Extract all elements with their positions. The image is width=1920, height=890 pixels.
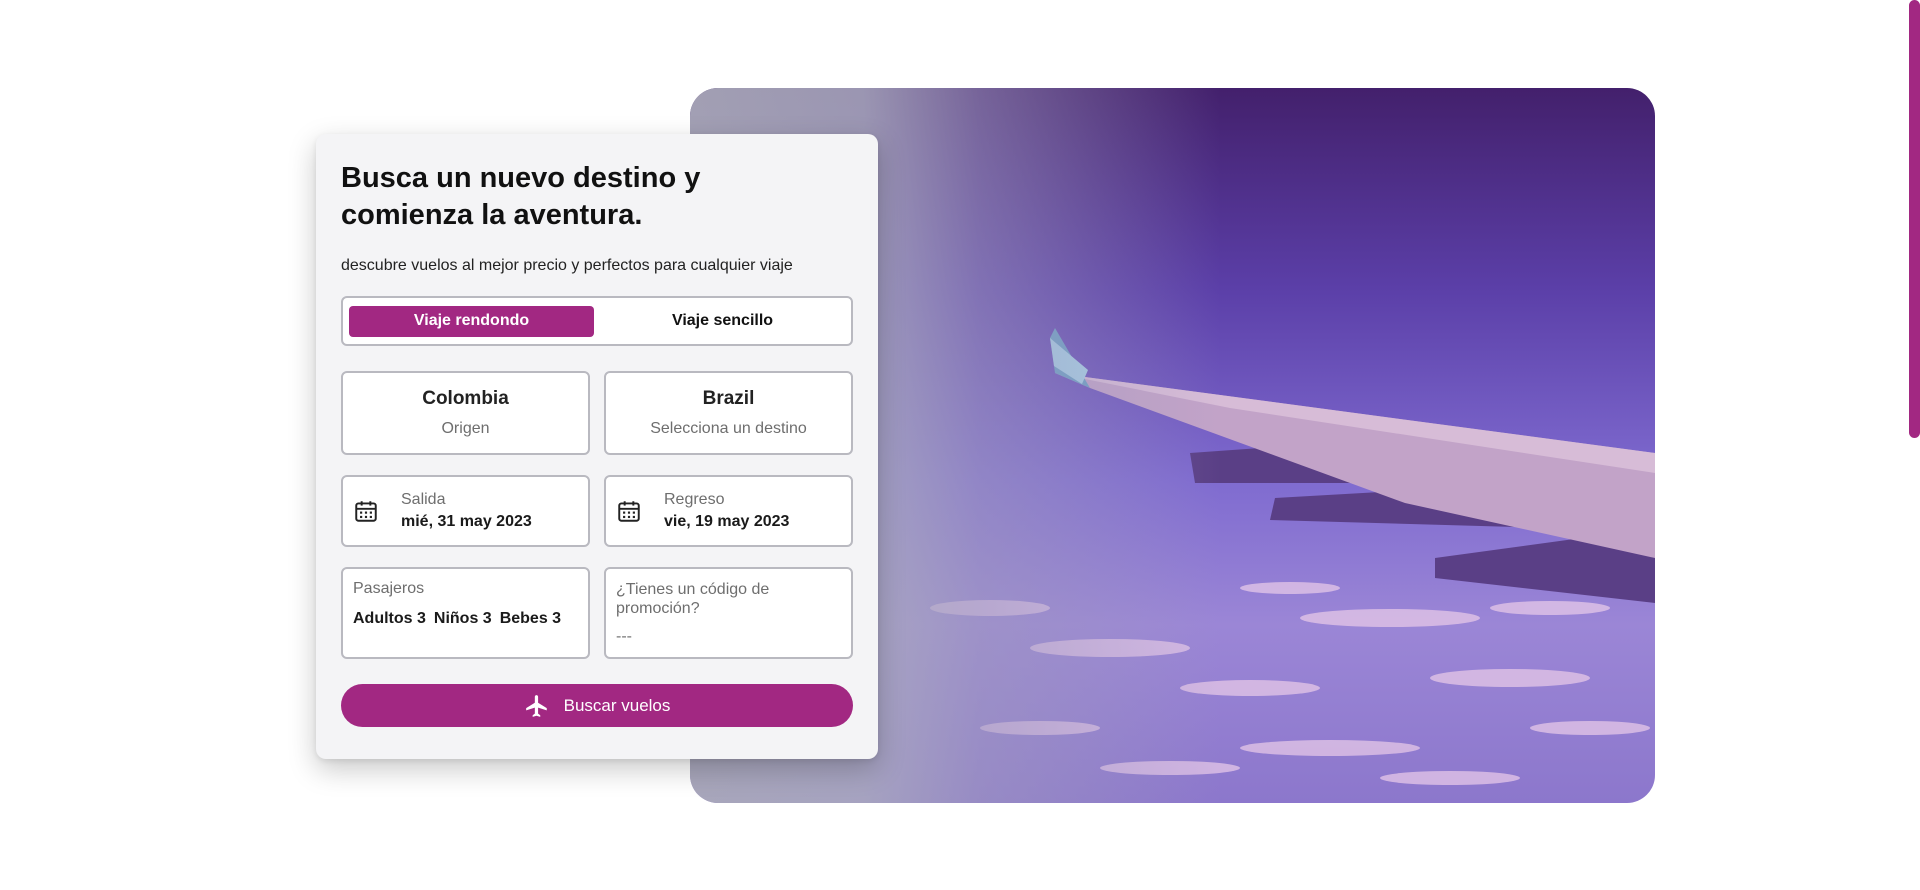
page-subtitle: descubre vuelos al mejor precio y perfec… xyxy=(341,257,793,274)
trip-type-toggle: Viaje rendondo Viaje sencillo xyxy=(341,296,853,346)
page-title: Busca un nuevo destino y comienza la ave… xyxy=(341,162,701,231)
search-fields: Colombia Origen Brazil Selecciona un des… xyxy=(341,371,853,659)
passengers-selector[interactable]: Pasajeros Adultos 3 Niños 3 Bebes 3 xyxy=(341,567,590,659)
airplane-icon xyxy=(524,693,550,719)
promo-code-label: ¿Tienes un código de promoción? xyxy=(616,581,770,617)
destination-hint: Selecciona un destino xyxy=(650,420,807,437)
departure-date-field[interactable]: Salida mié, 31 may 2023 xyxy=(341,475,590,547)
adults-count: Adultos 3 xyxy=(353,610,426,627)
origin-name: Colombia xyxy=(422,388,509,409)
destination-selector[interactable]: Brazil Selecciona un destino xyxy=(604,371,853,455)
return-date-field[interactable]: Regreso vie, 19 may 2023 xyxy=(604,475,853,547)
calendar-icon xyxy=(353,498,379,524)
destination-name: Brazil xyxy=(702,388,755,409)
one-way-button[interactable]: Viaje sencillo xyxy=(600,306,845,337)
promo-code-field: ¿Tienes un código de promoción? xyxy=(604,567,853,659)
search-flights-button[interactable]: Buscar vuelos xyxy=(341,684,853,727)
passengers-label: Pasajeros xyxy=(353,580,425,597)
departure-value: mié, 31 may 2023 xyxy=(401,513,532,530)
round-trip-button[interactable]: Viaje rendondo xyxy=(349,305,594,337)
page-scrollbar[interactable] xyxy=(1905,0,1920,890)
return-label: Regreso xyxy=(664,491,725,508)
infants-count: Bebes 3 xyxy=(499,610,562,627)
flight-search-card: Busca un nuevo destino y comienza la ave… xyxy=(316,134,878,759)
calendar-icon xyxy=(616,498,642,524)
departure-label: Salida xyxy=(401,491,446,508)
origin-selector[interactable]: Colombia Origen xyxy=(341,371,590,455)
origin-hint: Origen xyxy=(441,420,490,437)
children-count: Niños 3 xyxy=(433,610,492,627)
promo-code-input[interactable] xyxy=(616,628,841,646)
scrollbar-thumb[interactable] xyxy=(1909,0,1920,438)
search-flights-label: Buscar vuelos xyxy=(563,695,671,715)
return-value: vie, 19 may 2023 xyxy=(664,513,790,530)
